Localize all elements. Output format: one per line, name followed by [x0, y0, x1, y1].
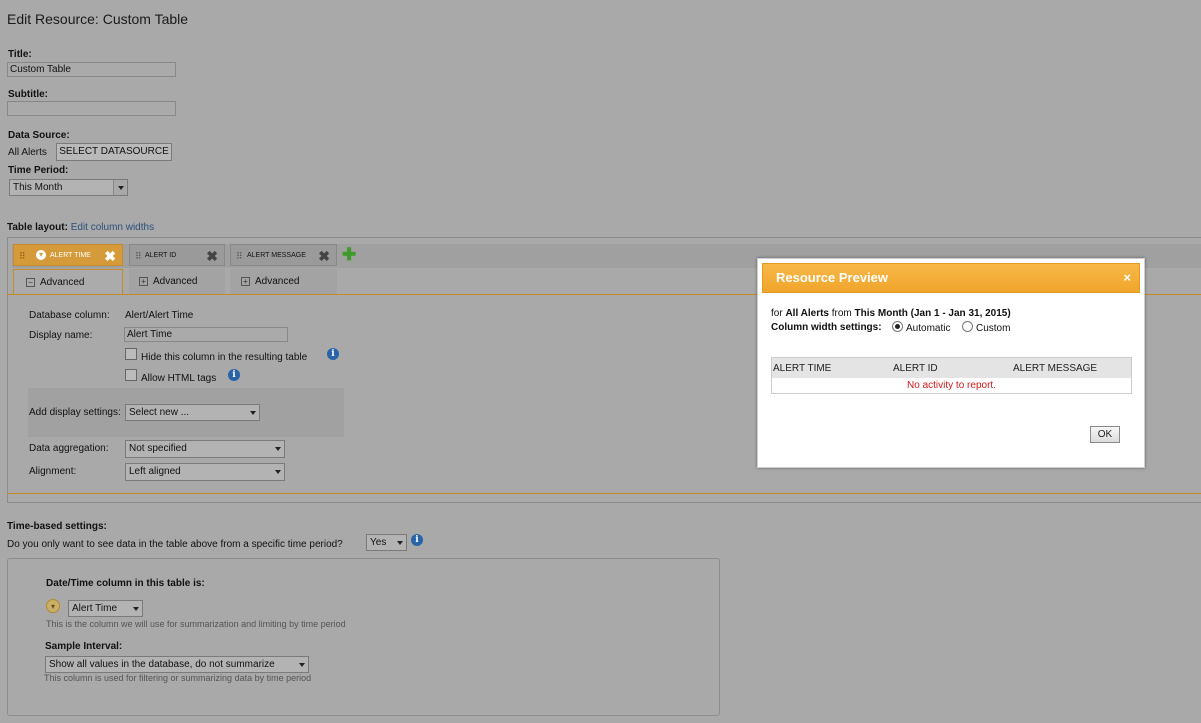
time-period-value: This Month — [13, 182, 63, 193]
sample-interval-value: Show all values in the database, do not … — [49, 659, 275, 670]
edit-column-widths-link[interactable]: Edit column widths — [71, 222, 154, 233]
tab-label: ALERT ID — [145, 252, 177, 259]
drag-handle-icon[interactable]: ⠿ — [236, 245, 243, 267]
dialog-header: Resource Preview × — [762, 263, 1140, 293]
datetime-hint: This is the column we will use for summa… — [46, 619, 346, 629]
collapse-icon: − — [26, 277, 35, 287]
empty-message: No activity to report. — [907, 380, 996, 391]
data-aggregation-select[interactable]: Not specified — [125, 440, 285, 458]
clock-icon: ▾ — [46, 599, 60, 613]
select-datasource-button[interactable]: SELECT DATASOURCE — [56, 143, 172, 161]
info-icon[interactable]: i — [411, 534, 423, 546]
alignment-label: Alignment: — [29, 466, 77, 477]
ok-button[interactable]: OK — [1090, 426, 1120, 443]
expand-icon: + — [139, 276, 148, 286]
time-period-select[interactable]: This Month — [9, 179, 128, 196]
tab-label: ALERT MESSAGE — [247, 252, 306, 259]
chevron-down-icon — [299, 663, 305, 667]
advanced-tab-alert-message[interactable]: + Advanced — [230, 269, 337, 294]
title-label: Title: — [8, 49, 32, 60]
column-header: ALERT ID — [893, 363, 938, 374]
time-filter-select[interactable]: Yes — [366, 534, 407, 551]
tab-alert-id[interactable]: ⠿ ALERT ID ✖ — [129, 244, 225, 266]
summary-for: for — [771, 308, 783, 319]
sample-interval-hint: This column is used for filtering or sum… — [44, 673, 312, 683]
radio-custom[interactable] — [962, 321, 973, 332]
display-name-input[interactable]: Alert Time — [124, 327, 288, 342]
advanced-tab-alert-time[interactable]: − Advanced — [13, 269, 123, 294]
datasource-value: All Alerts — [8, 147, 47, 158]
chevron-down-icon — [133, 607, 139, 611]
datetime-column-label: Date/Time column in this table is: — [46, 578, 205, 589]
sample-interval-select[interactable]: Show all values in the database, do not … — [45, 656, 309, 673]
time-settings-question: Do you only want to see data in the tabl… — [7, 539, 343, 550]
close-icon[interactable]: × — [1123, 264, 1131, 292]
column-width-label: Column width settings: — [771, 322, 882, 333]
resource-preview-dialog: Resource Preview × for All Alerts from T… — [757, 258, 1145, 468]
info-icon[interactable]: i — [228, 369, 240, 381]
alignment-value: Left aligned — [129, 466, 181, 477]
plus-icon[interactable]: ✚ — [342, 246, 360, 264]
column-header: ALERT TIME — [773, 363, 832, 374]
db-column-label: Database column: — [29, 310, 110, 321]
add-display-settings-select[interactable]: Select new ... — [125, 404, 260, 421]
advanced-label: Advanced — [40, 277, 85, 288]
display-name-label: Display name: — [29, 330, 93, 341]
advanced-tab-alert-id[interactable]: + Advanced — [129, 269, 225, 294]
radio-custom-label: Custom — [976, 323, 1011, 334]
drag-handle-icon[interactable]: ⠿ — [135, 245, 142, 267]
add-display-settings-label: Add display settings: — [29, 407, 121, 418]
datetime-column-value: Alert Time — [72, 603, 118, 614]
allow-html-label: Allow HTML tags — [141, 373, 217, 384]
alignment-select[interactable]: Left aligned — [125, 463, 285, 481]
time-period-label: Time Period: — [8, 165, 69, 176]
subtitle-label: Subtitle: — [8, 89, 48, 100]
preview-table: ALERT TIME ALERT ID ALERT MESSAGE No act… — [771, 357, 1132, 394]
advanced-label: Advanced — [255, 276, 300, 287]
subtitle-input[interactable] — [7, 101, 176, 116]
dialog-title: Resource Preview — [776, 270, 889, 285]
data-aggregation-label: Data aggregation: — [29, 443, 109, 454]
close-icon[interactable]: ✖ — [206, 245, 218, 267]
chevron-down-icon[interactable]: ▾ — [36, 250, 46, 260]
page-title: Edit Resource: Custom Table — [7, 11, 189, 27]
close-icon[interactable]: ✖ — [318, 245, 330, 267]
column-header: ALERT MESSAGE — [1013, 363, 1098, 374]
info-icon[interactable]: i — [327, 348, 339, 360]
time-settings-heading: Time-based settings: — [7, 521, 107, 532]
close-icon[interactable]: ✖ — [104, 245, 116, 267]
drag-handle-icon[interactable]: ⠿ — [19, 245, 26, 267]
chevron-down-icon — [397, 541, 403, 545]
radio-automatic[interactable] — [892, 321, 903, 332]
chevron-down-icon — [118, 186, 124, 190]
datetime-column-select[interactable]: Alert Time — [68, 600, 143, 617]
summary-from: from — [831, 308, 852, 319]
allow-html-checkbox[interactable] — [125, 369, 137, 381]
tab-alert-message[interactable]: ⠿ ALERT MESSAGE ✖ — [230, 244, 337, 266]
advanced-label: Advanced — [153, 276, 198, 287]
preview-summary: for All Alerts from This Month (Jan 1 - … — [771, 308, 1011, 319]
time-filter-value: Yes — [370, 537, 387, 548]
datasource-label: Data Source: — [8, 130, 70, 141]
chevron-down-icon — [275, 470, 281, 474]
expand-icon: + — [241, 276, 250, 286]
chevron-down-icon — [250, 411, 256, 415]
tab-alert-time[interactable]: ⠿ ▾ ALERT TIME ✖ — [13, 244, 123, 266]
tab-label: ALERT TIME — [50, 252, 91, 259]
sample-interval-label: Sample Interval: — [45, 641, 123, 652]
hide-column-checkbox[interactable] — [125, 348, 137, 360]
title-input[interactable]: Custom Table — [7, 62, 176, 77]
hide-column-label: Hide this column in the resulting table — [141, 352, 308, 363]
data-aggregation-value: Not specified — [129, 443, 187, 454]
add-display-settings-value: Select new ... — [129, 407, 190, 418]
table-layout-label: Table layout: — [7, 222, 68, 233]
db-column-value: Alert/Alert Time — [125, 310, 194, 321]
summary-period: This Month (Jan 1 - Jan 31, 2015) — [854, 308, 1011, 319]
chevron-down-icon — [275, 447, 281, 451]
preview-table-header: ALERT TIME ALERT ID ALERT MESSAGE — [772, 358, 1131, 378]
summary-source: All Alerts — [785, 308, 829, 319]
radio-automatic-label: Automatic — [906, 323, 951, 334]
